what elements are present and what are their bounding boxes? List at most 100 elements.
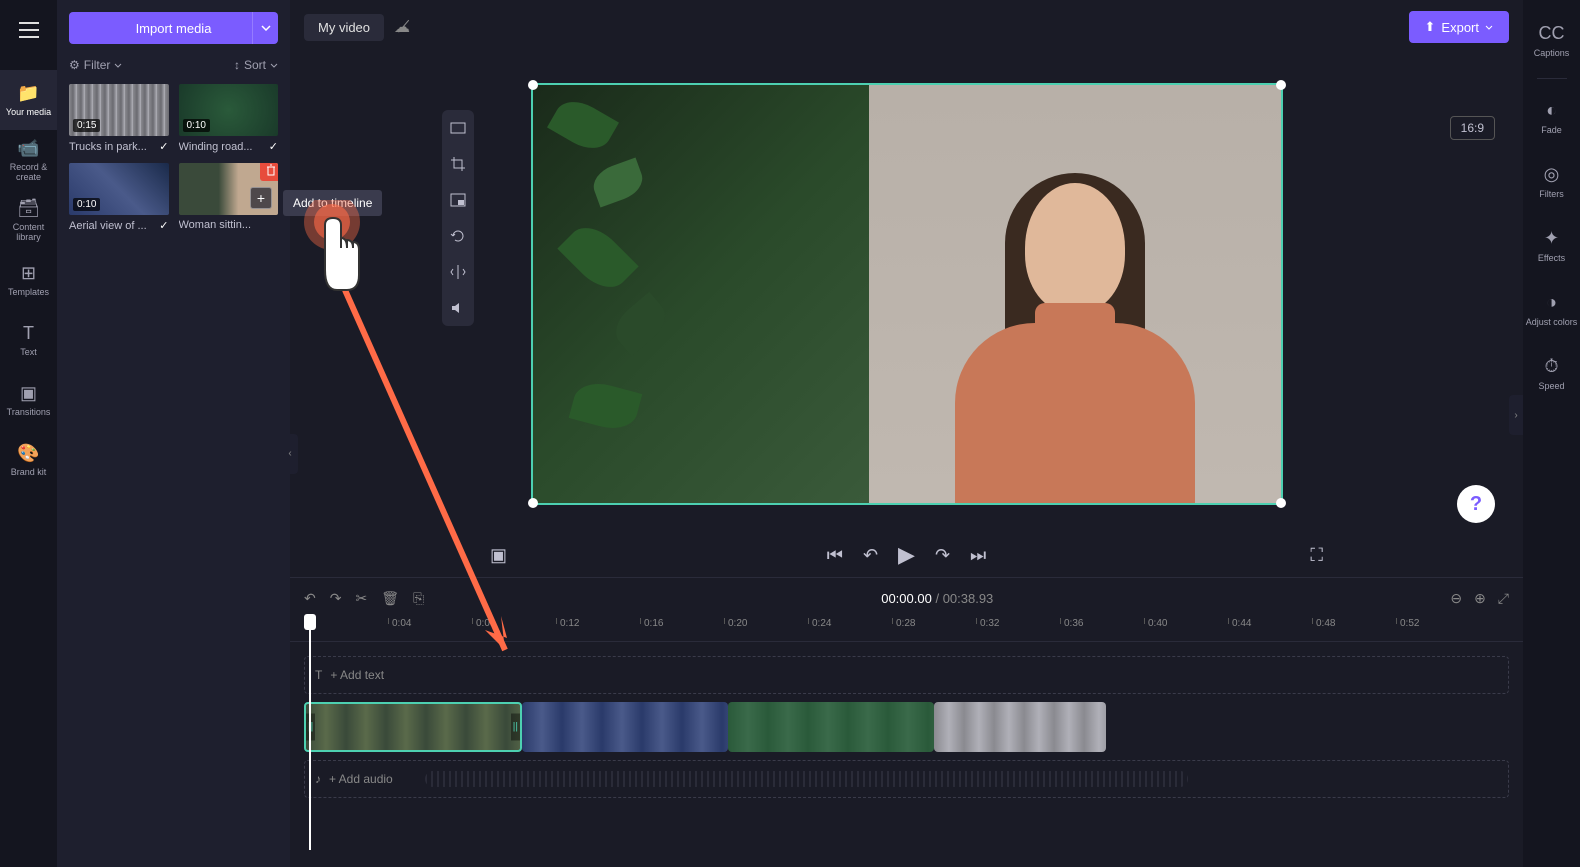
effects-icon: ✦ <box>1544 228 1559 249</box>
preview-content <box>533 85 1281 503</box>
sort-label: Sort <box>244 58 266 72</box>
zoom-out-button[interactable]: ⊖ <box>1450 590 1462 607</box>
sort-button[interactable]: ↕ Sort <box>234 58 278 72</box>
effects-button[interactable]: ✦ Effects <box>1523 215 1580 275</box>
ruler-tick: 0:16 <box>640 618 724 641</box>
hamburger-icon <box>19 22 39 38</box>
ruler-tick: 0:36 <box>1060 618 1144 641</box>
fade-icon: ◐ <box>1546 100 1557 121</box>
undo-button[interactable]: ↶ <box>304 590 316 607</box>
media-thumbnail: + <box>179 163 279 215</box>
folder-icon: 📁 <box>17 83 39 104</box>
export-button[interactable]: ⬆ Export <box>1409 11 1509 43</box>
sidebar-item-brand-kit[interactable]: 🎨 Brand kit <box>0 430 57 490</box>
aspect-ratio-button[interactable]: 16:9 <box>1450 116 1495 140</box>
media-item-winding-road[interactable]: 0:10 Winding road...✓ <box>179 84 279 153</box>
chevron-down-icon <box>114 63 122 68</box>
delete-media-button[interactable] <box>260 163 278 181</box>
sort-icon: ↕ <box>234 58 240 72</box>
top-bar: My video ☁̸ ⬆ Export <box>290 0 1523 54</box>
sidebar-item-templates[interactable]: ⊞ Templates <box>0 250 57 310</box>
speed-icon: ⏱ <box>1544 356 1558 377</box>
check-icon: ✓ <box>159 219 168 232</box>
export-label: Export <box>1441 20 1479 35</box>
timeline-zoom: ⊖ ⊕ ⤢ <box>1450 590 1509 607</box>
total-time: 00:38.93 <box>943 591 994 606</box>
ruler-tick: 0:48 <box>1312 618 1396 641</box>
text-icon: T <box>315 668 322 682</box>
sidebar-item-text[interactable]: T Text <box>0 310 57 370</box>
pip-icon <box>450 192 466 208</box>
media-item-aerial[interactable]: 0:10 Aerial view of ...✓ <box>69 163 169 232</box>
adjust-colors-button[interactable]: ◑ Adjust colors <box>1523 279 1580 339</box>
sidebar-item-record[interactable]: 📹 Record & create <box>0 130 57 190</box>
pip-button[interactable] <box>446 188 470 212</box>
palette-icon: 🎨 <box>17 443 39 464</box>
divider <box>1537 78 1567 79</box>
import-label: Import media <box>136 21 212 36</box>
prev-frame-button[interactable]: ⏮ <box>827 545 843 566</box>
import-dropdown[interactable] <box>252 12 278 44</box>
media-item-trucks[interactable]: 0:15 Trucks in park...✓ <box>69 84 169 153</box>
zoom-fit-button[interactable]: ⤢ <box>1498 590 1509 607</box>
project-title[interactable]: My video <box>304 14 384 41</box>
collapse-right-panel[interactable]: › <box>1509 395 1523 435</box>
filter-button[interactable]: ⚙ Filter <box>69 58 122 72</box>
help-button[interactable]: ? <box>1457 485 1495 523</box>
media-item-woman[interactable]: + Woman sittin... <box>179 163 279 232</box>
filters-button[interactable]: ◎ Filters <box>1523 151 1580 211</box>
video-clip-woman[interactable] <box>304 702 522 752</box>
sidebar-item-transitions[interactable]: ▣ Transitions <box>0 370 57 430</box>
speed-button[interactable]: ⏱ Speed <box>1523 343 1580 403</box>
fullscreen-button[interactable]: ⛶ <box>1310 545 1323 566</box>
ruler-tick: 0:32 <box>976 618 1060 641</box>
filter-label: Filter <box>84 58 111 72</box>
audio-track[interactable]: ♪ + Add audio <box>304 760 1509 798</box>
cloud-off-icon[interactable]: ☁̸ <box>394 17 410 37</box>
rs-label: Effects <box>1538 253 1565 263</box>
chevron-down-icon <box>1485 25 1493 30</box>
upload-icon: ⬆ <box>1425 19 1436 35</box>
current-time: 00:00.00 <box>881 591 932 606</box>
fit-icon <box>450 120 466 136</box>
zoom-in-button[interactable]: ⊕ <box>1474 590 1486 607</box>
media-item-label: Aerial view of ... <box>69 220 147 232</box>
playhead[interactable] <box>304 614 316 630</box>
add-to-timeline-button[interactable]: + <box>250 187 272 209</box>
video-clip-aerial[interactable] <box>522 702 728 752</box>
right-sidebar: CC Captions ◐ Fade ◎ Filters ✦ Effects ◑… <box>1523 0 1580 867</box>
fade-button[interactable]: ◐ Fade <box>1523 87 1580 147</box>
crop-button[interactable] <box>446 152 470 176</box>
import-media-button[interactable]: Import media <box>69 12 278 44</box>
chevron-down-icon <box>261 25 271 31</box>
sidebar-item-content-library[interactable]: 🗃 Content library <box>0 190 57 250</box>
ruler-tick: 0:52 <box>1396 618 1480 641</box>
check-icon: ✓ <box>269 140 278 153</box>
check-icon: ✓ <box>159 140 168 153</box>
play-button[interactable]: ▶ <box>898 542 915 568</box>
next-frame-button[interactable]: ⏭ <box>970 545 986 566</box>
captions-icon: CC <box>1539 23 1565 44</box>
ruler-tick: 0:24 <box>808 618 892 641</box>
rotate-button[interactable] <box>446 224 470 248</box>
media-item-label: Woman sittin... <box>179 219 252 231</box>
video-clip-trucks[interactable] <box>934 702 1106 752</box>
sidebar-item-your-media[interactable]: 📁 Your media <box>0 70 57 130</box>
preview-frame[interactable] <box>531 83 1283 505</box>
media-duration: 0:15 <box>73 119 100 132</box>
resize-handle-tr[interactable] <box>1276 80 1286 90</box>
sidebar-label: Content library <box>2 223 55 243</box>
sidebar-label: Transitions <box>7 408 51 418</box>
fit-button[interactable] <box>446 116 470 140</box>
skip-forward-button[interactable]: ↷ <box>935 545 950 566</box>
chevron-down-icon <box>270 63 278 68</box>
sidebar-label: Templates <box>8 288 49 298</box>
resize-handle-br[interactable] <box>1276 498 1286 508</box>
skip-back-button[interactable]: ↶ <box>863 545 878 566</box>
ruler-tick: 0:20 <box>724 618 808 641</box>
resize-handle-tl[interactable] <box>528 80 538 90</box>
hamburger-menu[interactable] <box>9 10 49 50</box>
video-clip-winding[interactable] <box>728 702 934 752</box>
captions-button[interactable]: CC Captions <box>1523 10 1580 70</box>
add-audio-label: + Add audio <box>329 772 393 786</box>
